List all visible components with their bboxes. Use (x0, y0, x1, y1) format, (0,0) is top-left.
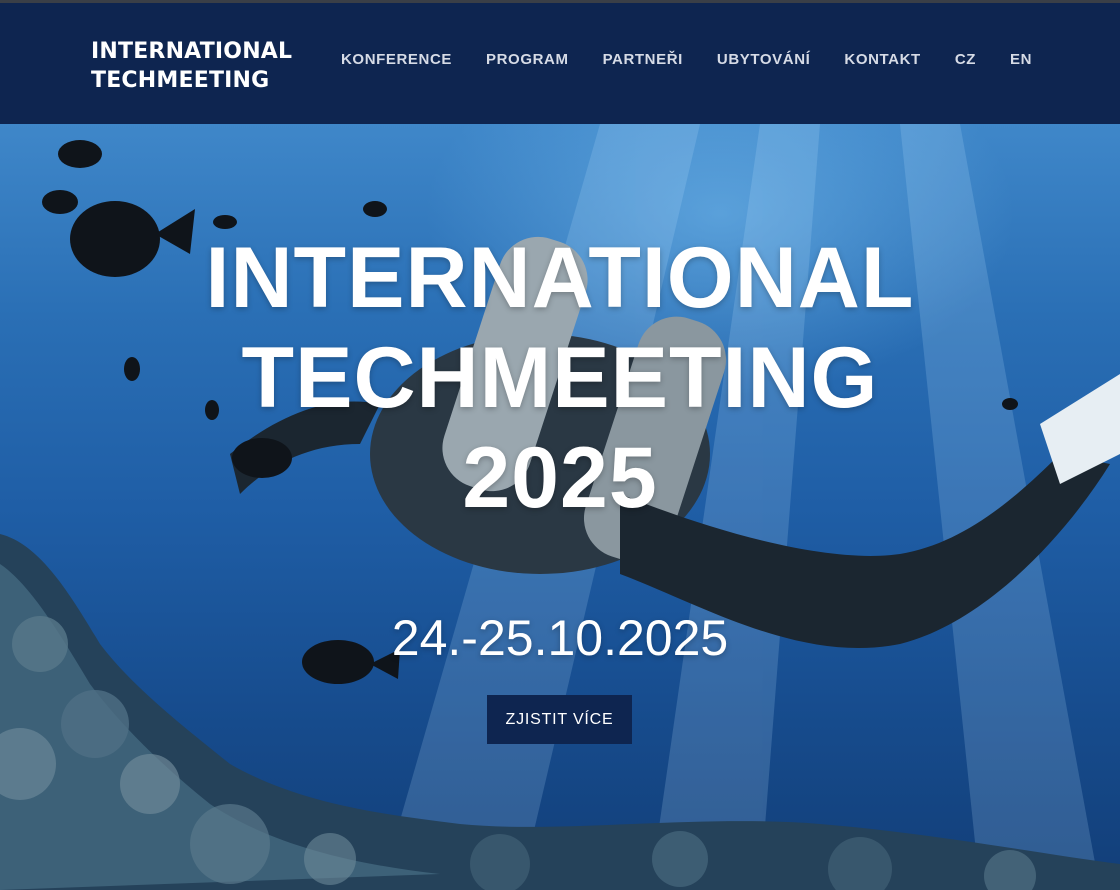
nav-link-kontakt[interactable]: KONTAKT (844, 51, 920, 69)
hero-banner: INTERNATIONAL TECHMEETING 2025 24.-25.10… (0, 124, 1120, 890)
hero-title-line-3: 2025 (462, 430, 658, 526)
hero-title-line-1: INTERNATIONAL (205, 230, 915, 326)
language-cz-link[interactable]: CZ (955, 51, 976, 69)
main-nav: KONFERENCE PROGRAM PARTNEŘI UBYTOVÁNÍ KO… (341, 51, 1032, 69)
language-en-link[interactable]: EN (1010, 51, 1032, 69)
nav-link-konference[interactable]: KONFERENCE (341, 51, 452, 69)
nav-link-partneri[interactable]: PARTNEŘI (603, 51, 683, 69)
site-header: INTERNATIONAL TECHMEETING KONFERENCE PRO… (0, 3, 1120, 124)
event-date: 24.-25.10.2025 (391, 610, 729, 666)
nav-link-ubytovani[interactable]: UBYTOVÁNÍ (717, 51, 810, 69)
logo-line-1: INTERNATIONAL (91, 39, 293, 64)
hero-title-line-2: TECHMEETING (241, 330, 879, 426)
site-logo[interactable]: INTERNATIONAL TECHMEETING (91, 37, 292, 95)
hero-title: INTERNATIONAL TECHMEETING 2025 (0, 228, 1120, 528)
nav-link-program[interactable]: PROGRAM (486, 51, 569, 69)
learn-more-button[interactable]: ZJISTIT VÍCE (487, 695, 632, 744)
logo-line-2: TECHMEETING (91, 68, 270, 93)
